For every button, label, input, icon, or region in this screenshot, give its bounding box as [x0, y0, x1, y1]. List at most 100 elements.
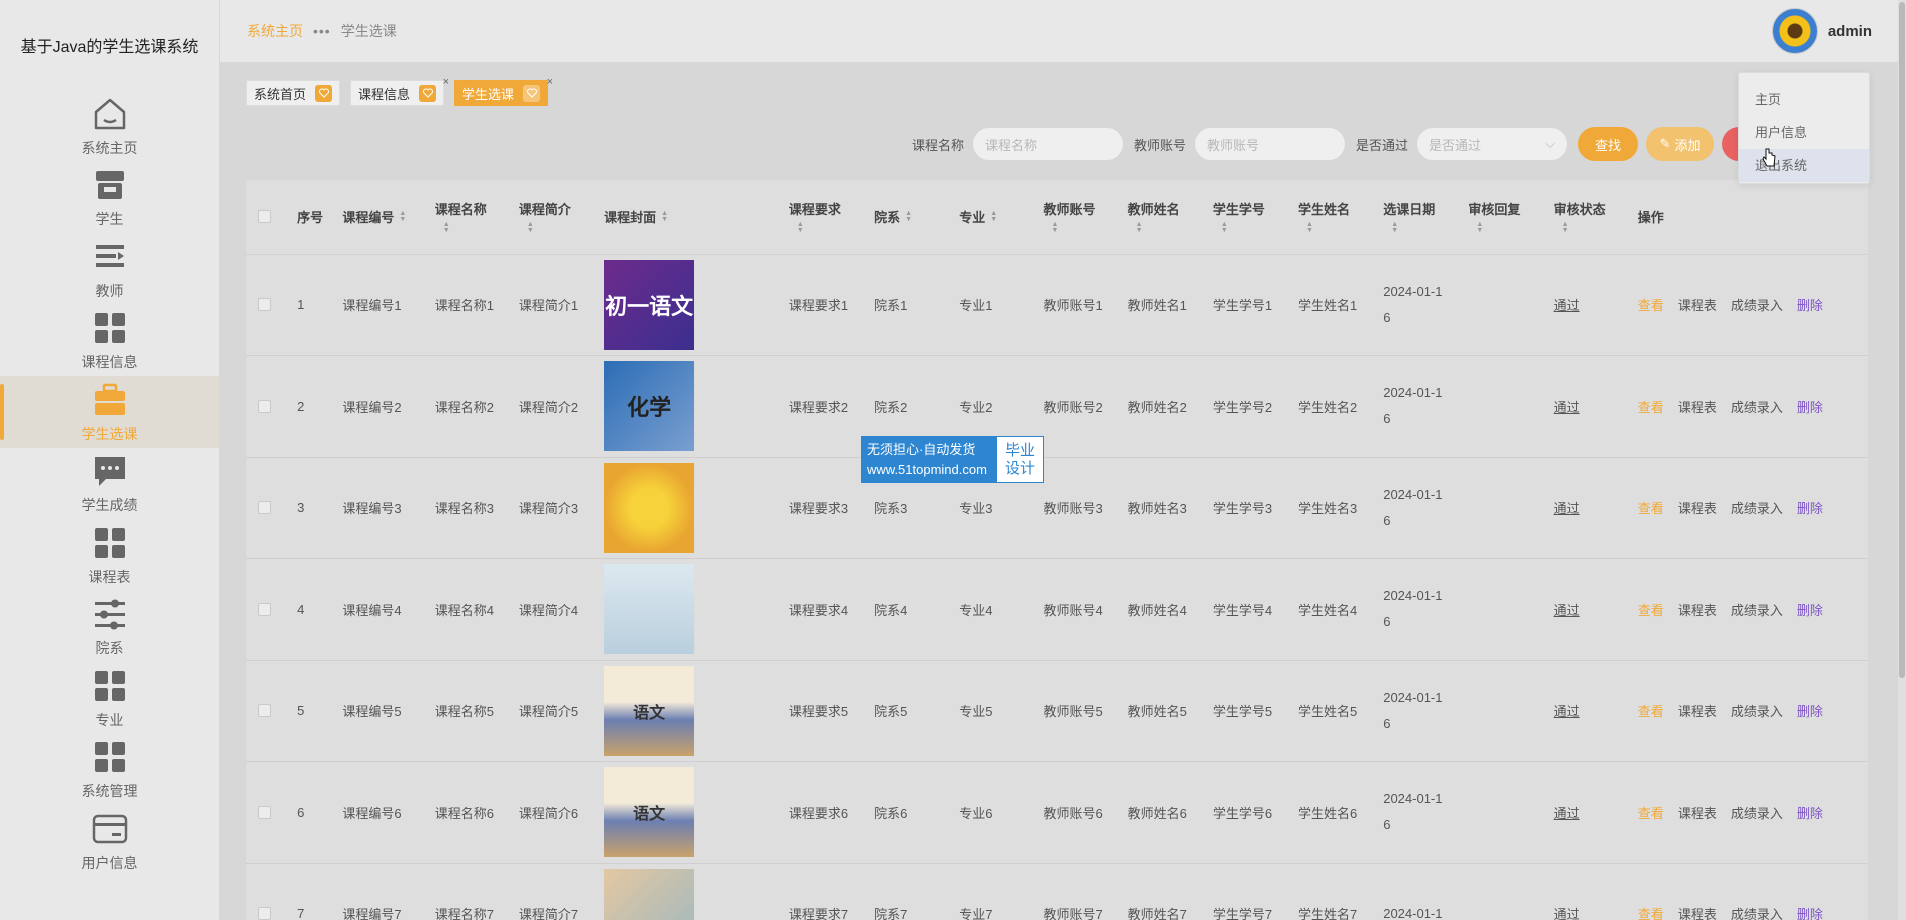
- sidebar-item-teachers[interactable]: 教师: [0, 233, 219, 305]
- delete-button[interactable]: 删除: [1797, 397, 1823, 416]
- tab-course-info[interactable]: 课程信息 ×: [350, 76, 449, 106]
- sidebar-item-students[interactable]: 学生: [0, 162, 219, 234]
- view-button[interactable]: 查看: [1638, 498, 1664, 517]
- schedule-button[interactable]: 课程表: [1678, 803, 1717, 822]
- breadcrumb: 系统主页 ••• 学生选课: [247, 21, 397, 41]
- sort-icon[interactable]: ▲ ▼: [905, 210, 912, 223]
- close-icon[interactable]: ×: [547, 76, 553, 88]
- delete-button[interactable]: 删除: [1797, 803, 1823, 822]
- sort-icon[interactable]: ▲ ▼: [1306, 221, 1377, 234]
- sort-icon[interactable]: ▲ ▼: [1562, 221, 1632, 234]
- view-button[interactable]: 查看: [1638, 701, 1664, 720]
- dropdown-item-logout[interactable]: 退出系统: [1739, 149, 1869, 182]
- sidebar-item-system[interactable]: 系统管理: [0, 734, 219, 806]
- schedule-button[interactable]: 课程表: [1678, 397, 1717, 416]
- sort-icon[interactable]: ▲ ▼: [1391, 221, 1462, 234]
- course-cover-image[interactable]: 语文: [604, 665, 695, 756]
- teacher-account-input[interactable]: 教师账号: [1194, 127, 1347, 161]
- view-button[interactable]: 查看: [1638, 600, 1664, 619]
- schedule-button[interactable]: 课程表: [1678, 904, 1717, 920]
- grade-entry-button[interactable]: 成绩录入: [1731, 295, 1783, 314]
- sidebar-item-course-info[interactable]: 课程信息: [0, 305, 219, 377]
- row-checkbox[interactable]: [258, 805, 271, 819]
- view-button[interactable]: 查看: [1638, 803, 1664, 822]
- breadcrumb-home[interactable]: 系统主页: [247, 21, 303, 41]
- grid-icon: [90, 666, 130, 706]
- col-header: 教师账号: [1043, 202, 1096, 218]
- tab-course-selection[interactable]: 学生选课 ×: [454, 76, 553, 106]
- heart-icon: [419, 84, 437, 102]
- dropdown-item-user-info[interactable]: 用户信息: [1739, 116, 1869, 149]
- cell-date: 2024-01-1 6: [1377, 761, 1463, 864]
- sort-icon[interactable]: ▲ ▼: [1221, 221, 1292, 234]
- row-checkbox[interactable]: [258, 602, 271, 616]
- sidebar-item-course-selection[interactable]: 学生选课: [0, 376, 219, 448]
- view-button[interactable]: 查看: [1638, 904, 1664, 920]
- delete-button[interactable]: 删除: [1797, 295, 1823, 314]
- course-cover-image[interactable]: [604, 868, 695, 920]
- course-cover-image[interactable]: 化学: [604, 361, 695, 452]
- sidebar-item-grades[interactable]: 学生成绩: [0, 448, 219, 520]
- cell-student-no: 学生学号3: [1206, 457, 1293, 559]
- row-checkbox[interactable]: [258, 704, 271, 718]
- sort-icon[interactable]: ▲ ▼: [1051, 221, 1121, 234]
- grade-entry-button[interactable]: 成绩录入: [1731, 498, 1783, 517]
- user-menu[interactable]: admin: [1771, 8, 1872, 54]
- schedule-button[interactable]: 课程表: [1678, 295, 1717, 314]
- sort-icon[interactable]: ▲ ▼: [399, 210, 406, 223]
- sort-icon[interactable]: ▲ ▼: [443, 221, 513, 234]
- dropdown-item-home[interactable]: 主页: [1739, 83, 1869, 116]
- grade-entry-button[interactable]: 成绩录入: [1731, 904, 1783, 920]
- sidebar-item-department[interactable]: 院系: [0, 591, 219, 663]
- course-cover-image[interactable]: 初一语文: [604, 259, 695, 350]
- grade-entry-button[interactable]: 成绩录入: [1731, 397, 1783, 416]
- delete-button[interactable]: 删除: [1797, 701, 1823, 720]
- search-button[interactable]: 查找: [1578, 127, 1639, 161]
- passed-select[interactable]: 是否通过 ⌵: [1416, 127, 1569, 161]
- course-cover-image[interactable]: [604, 564, 695, 655]
- scrollbar-thumb[interactable]: [1899, 2, 1905, 678]
- delete-button[interactable]: 删除: [1797, 600, 1823, 619]
- passed-label: 是否通过: [1356, 137, 1409, 153]
- user-dropdown-menu: 主页 用户信息 退出系统: [1738, 72, 1870, 184]
- sidebar-item-user-info[interactable]: 用户信息: [0, 805, 219, 877]
- row-checkbox[interactable]: [258, 907, 271, 920]
- sort-icon[interactable]: ▲ ▼: [797, 221, 868, 234]
- avatar[interactable]: [1771, 8, 1818, 54]
- cell-student-no: 学生学号7: [1206, 863, 1293, 920]
- view-button[interactable]: 查看: [1638, 397, 1664, 416]
- schedule-button[interactable]: 课程表: [1678, 701, 1717, 720]
- grade-entry-button[interactable]: 成绩录入: [1731, 701, 1783, 720]
- delete-button[interactable]: 删除: [1797, 498, 1823, 517]
- course-cover-image[interactable]: [604, 462, 695, 553]
- sort-icon[interactable]: ▲ ▼: [990, 210, 997, 223]
- close-icon[interactable]: ×: [443, 76, 449, 88]
- row-checkbox[interactable]: [258, 298, 271, 312]
- cell-major: 专业1: [953, 254, 1038, 356]
- sort-icon[interactable]: ▲ ▼: [1476, 221, 1547, 234]
- course-name-input[interactable]: 课程名称: [972, 127, 1125, 161]
- delete-button[interactable]: 删除: [1797, 904, 1823, 920]
- cell-no: 5: [291, 660, 337, 762]
- sidebar-item-major[interactable]: 专业: [0, 662, 219, 734]
- add-button[interactable]: ✎ 添加: [1646, 127, 1715, 161]
- tab-system-home[interactable]: 系统首页: [246, 80, 341, 106]
- select-all-checkbox[interactable]: [258, 210, 271, 224]
- row-checkbox[interactable]: [258, 501, 271, 515]
- schedule-button[interactable]: 课程表: [1678, 498, 1717, 517]
- view-button[interactable]: 查看: [1638, 295, 1664, 314]
- schedule-button[interactable]: 课程表: [1678, 600, 1717, 619]
- username[interactable]: admin: [1828, 23, 1872, 40]
- sort-icon[interactable]: ▲ ▼: [1136, 221, 1207, 234]
- cell-teacher-account: 教师账号3: [1037, 457, 1122, 559]
- page-scrollbar[interactable]: [1898, 0, 1906, 920]
- sidebar-item-home[interactable]: 系统主页: [0, 90, 219, 162]
- course-cover-image[interactable]: 语文: [604, 767, 695, 858]
- sort-icon[interactable]: ▲ ▼: [661, 210, 668, 223]
- cell-course-code: 课程编号5: [336, 660, 429, 762]
- grade-entry-button[interactable]: 成绩录入: [1731, 803, 1783, 822]
- sidebar-item-schedule[interactable]: 课程表: [0, 519, 219, 591]
- sort-icon[interactable]: ▲ ▼: [527, 221, 598, 234]
- row-checkbox[interactable]: [258, 399, 271, 413]
- grade-entry-button[interactable]: 成绩录入: [1731, 600, 1783, 619]
